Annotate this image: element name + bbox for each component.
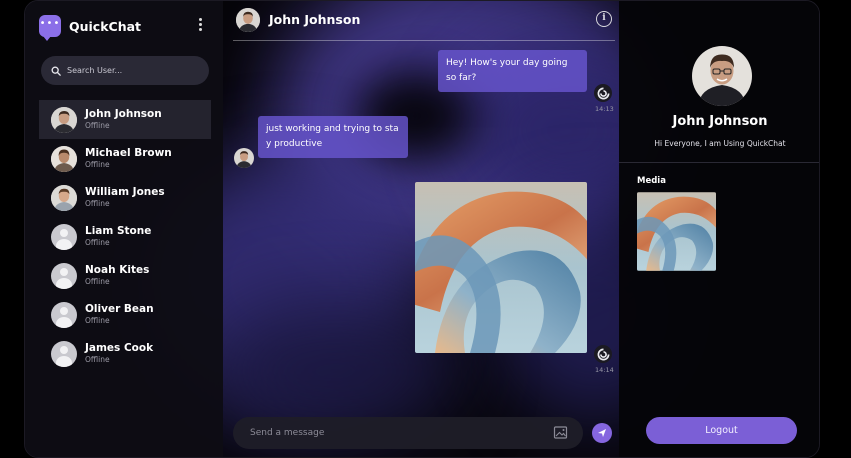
- contact-item-michael-brown[interactable]: Michael Brown Offline: [39, 139, 211, 178]
- default-avatar-icon: [51, 262, 77, 289]
- contact-item-liam-stone[interactable]: Liam Stone Offline: [39, 217, 211, 256]
- avatar: [51, 106, 77, 133]
- avatar: [51, 184, 77, 211]
- more-options-icon[interactable]: [197, 18, 203, 32]
- contact-name: William Jones: [85, 186, 165, 198]
- profile-avatar: [692, 46, 752, 106]
- sender-logo-icon: [594, 84, 612, 102]
- chat-avatar: [236, 8, 260, 32]
- incoming-message: just working and trying to sta y product…: [258, 116, 408, 158]
- chat-title: John Johnson: [269, 12, 361, 27]
- sidebar: ••• QuickChat Search User... John Johnso…: [25, 1, 223, 457]
- message-composer: [233, 417, 583, 449]
- default-avatar-icon: [51, 301, 77, 328]
- message-timestamp: 14:14: [595, 366, 614, 374]
- outgoing-message: Hey! How's your day going so far?: [438, 50, 587, 92]
- profile-name: John Johnson: [672, 114, 768, 129]
- media-thumbnail[interactable]: [637, 192, 716, 271]
- contact-name: Oliver Bean: [85, 303, 154, 315]
- contact-item-john-johnson[interactable]: John Johnson Offline: [39, 100, 211, 139]
- logout-button[interactable]: Logout: [646, 417, 797, 444]
- app-name: QuickChat: [69, 18, 142, 34]
- contact-item-william-jones[interactable]: William Jones Offline: [39, 178, 211, 217]
- search-bar: [41, 56, 209, 85]
- default-avatar-icon: [51, 340, 77, 367]
- sender-logo-icon: [594, 345, 612, 363]
- search-input[interactable]: [67, 66, 197, 75]
- contact-status: Offline: [85, 121, 110, 130]
- contact-status: Offline: [85, 160, 110, 169]
- message-input[interactable]: [250, 428, 530, 438]
- contact-status: Offline: [85, 199, 110, 208]
- profile-panel: John Johnson Hi Everyone, I am Using Qui…: [619, 1, 819, 457]
- contact-item-noah-kites[interactable]: Noah Kites Offline: [39, 256, 211, 295]
- attach-image-icon[interactable]: [553, 425, 569, 441]
- brand: ••• QuickChat: [39, 15, 142, 41]
- message-timestamp: 14:13: [595, 105, 614, 113]
- profile-bio: Hi Everyone, I am Using QuickChat: [654, 139, 786, 148]
- contact-name: Michael Brown: [85, 147, 172, 159]
- contact-item-oliver-bean[interactable]: Oliver Bean Offline: [39, 295, 211, 334]
- contact-name: James Cook: [85, 342, 154, 354]
- divider: [619, 162, 819, 163]
- contact-list: John Johnson Offline Michael Brown Offli…: [39, 100, 211, 373]
- media-heading: Media: [637, 176, 666, 186]
- send-button[interactable]: [592, 423, 612, 443]
- message-avatar: [234, 148, 254, 168]
- chat-bubble-icon: •••: [39, 15, 61, 41]
- search-icon: [51, 66, 61, 76]
- send-icon: [598, 429, 606, 437]
- contact-name: John Johnson: [85, 108, 162, 120]
- contact-status: Offline: [85, 277, 110, 286]
- default-avatar-icon: [51, 223, 77, 250]
- info-icon[interactable]: i: [596, 11, 612, 27]
- image-message[interactable]: [415, 182, 587, 353]
- contact-name: Liam Stone: [85, 225, 152, 237]
- abstract-image: [415, 182, 587, 353]
- contact-item-james-cook[interactable]: James Cook Offline: [39, 334, 211, 373]
- contact-status: Offline: [85, 238, 110, 247]
- contact-name: Noah Kites: [85, 264, 150, 276]
- contact-status: Offline: [85, 355, 110, 364]
- chat-header: John Johnson i: [233, 1, 615, 41]
- avatar: [51, 145, 77, 172]
- app-window: ••• QuickChat Search User... John Johnso…: [24, 0, 820, 458]
- contact-status: Offline: [85, 316, 110, 325]
